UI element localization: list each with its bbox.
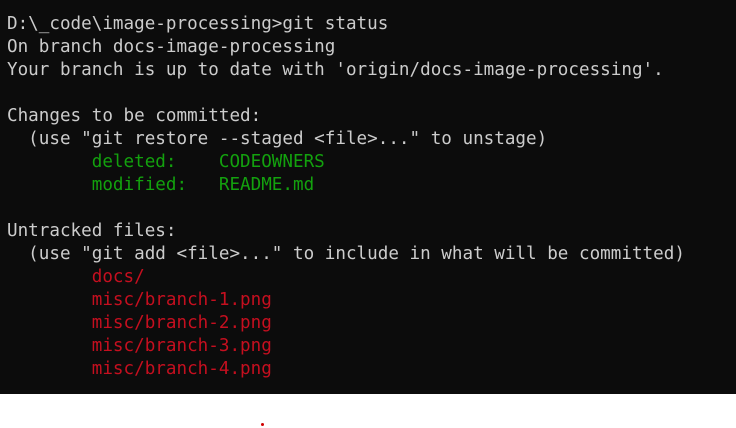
terminal-line-prompt: D:\_code\image-processing>git status [7,14,389,34]
untracked-file: misc/branch-2.png [7,313,272,333]
staged-changes-header: Changes to be committed: [7,106,262,126]
untracked-file: misc/branch-3.png [7,336,272,356]
untracked-files-header: Untracked files: [7,221,177,241]
red-dot-marker [261,423,264,426]
terminal-line-upstream-status: Your branch is up to date with 'origin/d… [7,60,664,80]
untracked-file: misc/branch-4.png [7,359,272,379]
staged-changes-hint: (use "git restore --staged <file>..." to… [7,129,548,149]
terminal-line-branch: On branch docs-image-processing [7,37,336,57]
untracked-file: docs/ [7,267,145,287]
untracked-files-hint: (use "git add <file>..." to include in w… [7,244,685,264]
page-background-below-terminal [0,394,736,428]
staged-file-deleted: deleted: CODEOWNERS [7,152,325,172]
terminal-window[interactable]: D:\_code\image-processing>git status On … [0,0,736,394]
terminal-output: D:\_code\image-processing>git status On … [7,13,685,381]
staged-file-modified: modified: README.md [7,175,315,195]
untracked-file: misc/branch-1.png [7,290,272,310]
